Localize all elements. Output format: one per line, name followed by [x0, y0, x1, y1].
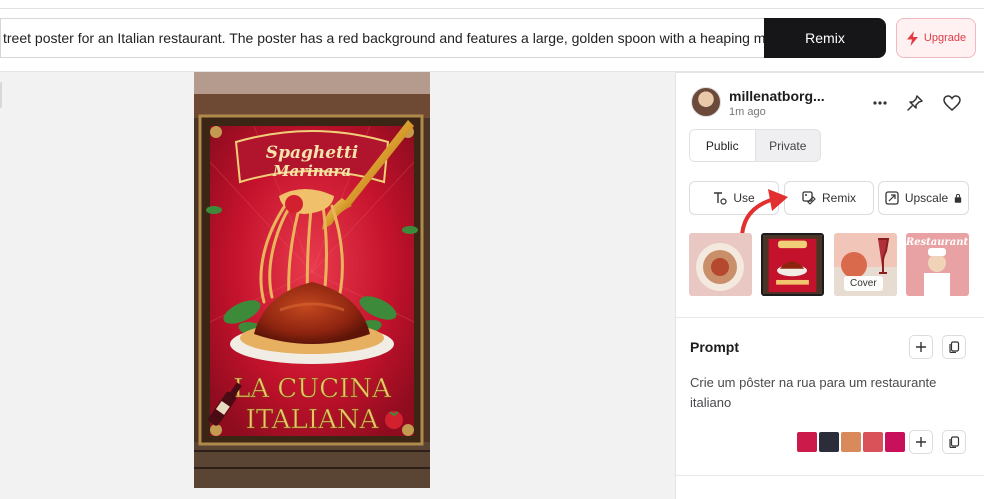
- remix-label: Remix: [821, 191, 856, 205]
- timestamp: 1m ago: [729, 106, 766, 118]
- copy-icon: [949, 341, 960, 353]
- poster-artwork: Spaghetti Marinara LA CUCINA ITALIANA: [194, 72, 430, 488]
- palette-swatch-1[interactable]: [797, 432, 817, 452]
- prompt-text: Crie um pôster na rua para um restaurant…: [690, 375, 937, 410]
- lightning-icon: [906, 30, 918, 46]
- thumbnail-1[interactable]: [689, 233, 752, 296]
- add-prompt-button[interactable]: [909, 335, 933, 359]
- remix-button[interactable]: Remix: [784, 181, 874, 215]
- text-cursor-icon: [714, 192, 727, 205]
- image-edit-icon: [802, 191, 816, 205]
- prompt-input-text[interactable]: treet poster for an Italian restaurant. …: [1, 19, 764, 57]
- like-button[interactable]: [940, 91, 964, 115]
- heart-icon: [943, 95, 961, 111]
- upgrade-button[interactable]: Upgrade: [896, 18, 976, 58]
- prompt-heading: Prompt: [690, 339, 739, 355]
- lock-icon: [954, 193, 962, 203]
- top-bar: treet poster for an Italian restaurant. …: [0, 0, 984, 72]
- palette-swatch-4[interactable]: [863, 432, 883, 452]
- poster-banner-line1: Spaghetti: [266, 143, 358, 163]
- expand-icon: [885, 191, 899, 205]
- visibility-public[interactable]: Public: [690, 130, 756, 161]
- ellipsis-icon: [873, 101, 887, 105]
- section-divider: [676, 317, 984, 318]
- plus-icon: [916, 437, 926, 447]
- prompt-input[interactable]: treet poster for an Italian restaurant. …: [0, 18, 764, 58]
- visibility-toggle: Public Private: [689, 129, 821, 162]
- thumbnail-4[interactable]: Restaurant: [906, 233, 969, 296]
- pin-button[interactable]: [903, 91, 927, 115]
- copy-palette-button[interactable]: [942, 430, 966, 454]
- copy-prompt-button[interactable]: [942, 335, 966, 359]
- pin-icon: [907, 95, 923, 111]
- palette-swatch-3[interactable]: [841, 432, 861, 452]
- upscale-label: Upscale: [904, 191, 949, 205]
- upgrade-label: Upgrade: [923, 32, 967, 44]
- details-panel: millenatborg... 1m ago Public Private Us…: [675, 72, 984, 499]
- add-palette-button[interactable]: [909, 430, 933, 454]
- username[interactable]: millenatborg...: [729, 88, 825, 104]
- top-divider: [0, 8, 984, 9]
- thumbnail-4-headline: Restaurant: [906, 237, 969, 248]
- side-panel-handle[interactable]: [0, 82, 2, 108]
- poster-headline-line2: ITALIANA: [246, 405, 380, 435]
- visibility-private[interactable]: Private: [756, 130, 821, 161]
- avatar[interactable]: [691, 87, 721, 117]
- cover-badge: Cover: [844, 276, 883, 291]
- thumbnail-2-selected[interactable]: [761, 233, 824, 296]
- copy-icon: [949, 436, 960, 448]
- remix-submit-button[interactable]: Remix: [764, 18, 886, 58]
- upscale-button[interactable]: Upscale: [878, 181, 969, 215]
- poster-banner-line2: Marinara: [272, 162, 351, 180]
- poster-headline-line1: LA CUCINA: [233, 374, 392, 404]
- more-options-button[interactable]: [868, 91, 892, 115]
- palette-swatch-5[interactable]: [885, 432, 905, 452]
- plus-icon: [916, 342, 926, 352]
- section-divider: [676, 475, 984, 476]
- thumbnail-3[interactable]: Cover: [834, 233, 897, 296]
- palette-swatch-2[interactable]: [819, 432, 839, 452]
- generated-image[interactable]: Spaghetti Marinara LA CUCINA ITALIANA: [194, 72, 430, 488]
